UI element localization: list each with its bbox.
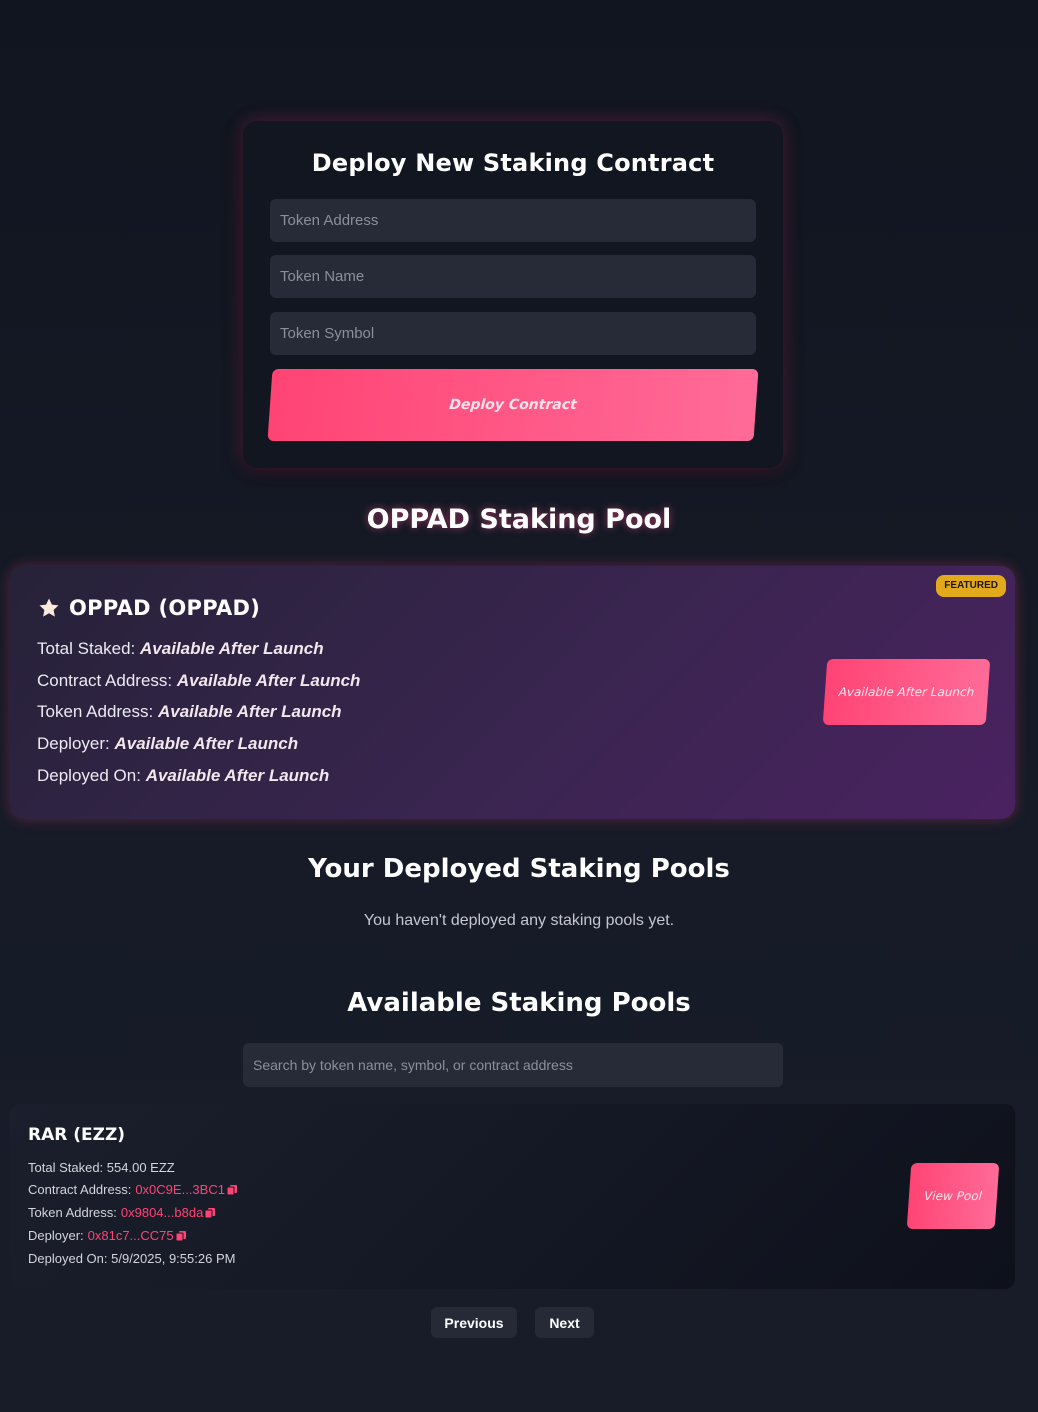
row-value: 5/9/2025, 9:55:26 PM [111, 1251, 236, 1266]
star-icon [37, 596, 61, 620]
pool-total-staked: Total Staked: 554.00 EZZ [28, 1160, 175, 1175]
featured-deployed-on: Deployed On: Available After Launch [37, 766, 329, 786]
featured-contract-address: Contract Address: Available After Launch [37, 671, 360, 691]
available-after-launch-button[interactable]: Available After Launch [822, 659, 991, 725]
deploy-contract-button[interactable]: Deploy Contract [267, 369, 759, 441]
deploy-card: Deploy New Staking Contract Deploy Contr… [243, 121, 783, 468]
empty-pools-message: You haven't deployed any staking pools y… [363, 912, 675, 929]
featured-total-staked: Total Staked: Available After Launch [37, 639, 324, 659]
row-label: Total Staked: [28, 1160, 104, 1175]
row-label: Total Staked: [37, 639, 136, 658]
featured-pool-heading: OPPAD Staking Pool [366, 504, 672, 535]
token-address-link[interactable]: 0x9804...b8da [121, 1205, 203, 1220]
featured-pool-title: OPPAD (OPPAD) [37, 596, 260, 620]
row-value: Available After Launch [114, 734, 299, 753]
token-symbol-input[interactable] [270, 312, 756, 355]
row-value: 554.00 EZZ [106, 1160, 175, 1175]
featured-pool-name: OPPAD (OPPAD) [69, 596, 261, 620]
view-pool-button[interactable]: View Pool [906, 1163, 1000, 1229]
page: Deploy New Staking Contract Deploy Contr… [0, 0, 1038, 1412]
next-page-button[interactable]: Next [535, 1307, 594, 1338]
pool-name: RAR (EZZ) [28, 1125, 126, 1145]
deployer-address-link[interactable]: 0x81c7...CC75 [88, 1228, 174, 1243]
row-label: Deployer: [37, 734, 110, 753]
token-address-input[interactable] [270, 199, 756, 242]
row-value: Available After Launch [176, 671, 361, 690]
available-pools-heading: Available Staking Pools [347, 988, 691, 1018]
row-label: Deployed On: [37, 766, 141, 785]
your-pools-heading: Your Deployed Staking Pools [308, 854, 730, 884]
row-label: Token Address: [37, 702, 154, 721]
copy-icon[interactable] [226, 1184, 238, 1196]
row-label: Deployer: [28, 1228, 84, 1243]
pool-contract-address: Contract Address: 0x0C9E...3BC1 [28, 1182, 238, 1197]
row-label: Contract Address: [28, 1182, 132, 1197]
copy-icon[interactable] [204, 1207, 216, 1219]
copy-icon[interactable] [175, 1230, 187, 1242]
contract-address-link[interactable]: 0x0C9E...3BC1 [135, 1182, 225, 1197]
row-label: Deployed On: [28, 1251, 108, 1266]
pool-token-address: Token Address: 0x9804...b8da [28, 1205, 216, 1220]
featured-badge: FEATURED [936, 575, 1006, 597]
pool-search-input[interactable] [243, 1043, 783, 1087]
row-label: Contract Address: [37, 671, 173, 690]
featured-deployer: Deployer: Available After Launch [37, 734, 298, 754]
token-name-input[interactable] [270, 255, 756, 298]
pool-card: RAR (EZZ) Total Staked: 554.00 EZZ Contr… [10, 1104, 1015, 1289]
row-label: Token Address: [28, 1205, 117, 1220]
deploy-title: Deploy New Staking Contract [311, 149, 715, 177]
featured-pool-card: FEATURED OPPAD (OPPAD) Total Staked: Ava… [10, 566, 1015, 819]
pool-deployer: Deployer: 0x81c7...CC75 [28, 1228, 187, 1243]
pool-deployed-on: Deployed On: 5/9/2025, 9:55:26 PM [28, 1251, 235, 1266]
row-value: Available After Launch [157, 702, 342, 721]
featured-token-address: Token Address: Available After Launch [37, 702, 342, 722]
row-value: Available After Launch [145, 766, 330, 785]
previous-page-button[interactable]: Previous [431, 1307, 517, 1338]
row-value: Available After Launch [140, 639, 324, 658]
